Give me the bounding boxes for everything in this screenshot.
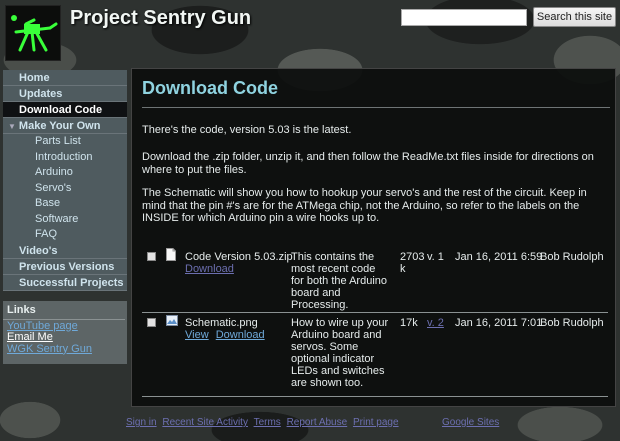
sidebar-item-home[interactable]: Home bbox=[3, 70, 127, 86]
sidebar-item-successful-projects[interactable]: Successful Projects bbox=[3, 274, 127, 291]
sentry-gun-logo-icon bbox=[11, 15, 58, 52]
sidebar-subitem-parts-list[interactable]: Parts List bbox=[3, 134, 127, 150]
sidebar-subitem-base[interactable]: Base bbox=[3, 196, 127, 212]
footer-link-sign-in[interactable]: Sign in bbox=[126, 417, 157, 428]
title-divider bbox=[142, 107, 610, 108]
file-description: How to wire up your Arduino board and se… bbox=[291, 317, 389, 389]
footer-link-google-sites[interactable]: Google Sites bbox=[442, 417, 499, 428]
sidebar-nav: Home Updates Download Code ▼ Make Your Ow… bbox=[3, 70, 127, 364]
main-content: Download Code There's the code, version … bbox=[131, 68, 616, 407]
expand-arrow-icon[interactable]: ▼ bbox=[8, 122, 16, 131]
sidebar-subitem-faq[interactable]: FAQ bbox=[3, 227, 127, 243]
file-author: Bob Rudolph bbox=[540, 317, 604, 329]
footer-link-print-page[interactable]: Print page bbox=[353, 417, 399, 428]
intro-paragraph: There's the code, version 5.03 is the la… bbox=[142, 124, 352, 136]
download-instructions: Download the .zip folder, unzip it, and … bbox=[142, 151, 594, 176]
file-checkbox[interactable] bbox=[147, 252, 156, 261]
document-icon bbox=[166, 248, 176, 261]
file-name: Schematic.png bbox=[185, 317, 258, 329]
file-size: 17k bbox=[400, 317, 418, 329]
sidebar-item-previous-versions[interactable]: Previous Versions bbox=[3, 258, 127, 275]
image-icon bbox=[166, 315, 178, 326]
file-author: Bob Rudolph bbox=[540, 251, 604, 263]
view-link[interactable]: View bbox=[185, 329, 209, 341]
table-row: Code Version 5.03.zip Download This cont… bbox=[142, 247, 608, 313]
links-heading: Links bbox=[7, 303, 36, 316]
link-wgk-sentry-gun[interactable]: WGK Sentry Gun bbox=[7, 343, 127, 356]
footer-link-terms[interactable]: Terms bbox=[254, 417, 281, 428]
file-checkbox[interactable] bbox=[147, 318, 156, 327]
site-title[interactable]: Project Sentry Gun bbox=[70, 7, 251, 30]
version-link[interactable]: v. 2 bbox=[427, 317, 444, 329]
sidebar-subitem-software[interactable]: Software bbox=[3, 211, 127, 227]
footer-links: Sign in Recent Site Activity Terms Repor… bbox=[126, 417, 402, 428]
sidebar-item-updates[interactable]: Updates bbox=[3, 86, 127, 102]
sidebar-subitem-introduction[interactable]: Introduction bbox=[3, 149, 127, 165]
sidebar-subitem-arduino[interactable]: Arduino bbox=[3, 165, 127, 181]
file-version: v. 1 bbox=[427, 251, 444, 263]
schematic-note: The Schematic will show you how to hooku… bbox=[142, 187, 587, 224]
page-title: Download Code bbox=[142, 78, 278, 98]
link-email-me[interactable]: Email Me bbox=[7, 331, 127, 344]
download-link[interactable]: Download bbox=[185, 263, 234, 275]
file-actions: Download bbox=[185, 263, 238, 275]
table-row: Schematic.png View Download How to wire … bbox=[142, 313, 608, 397]
sidebar-subitem-servos[interactable]: Servo's bbox=[3, 180, 127, 196]
search-input[interactable] bbox=[401, 9, 527, 26]
site-logo[interactable] bbox=[5, 5, 61, 61]
file-date: Jan 16, 2011 6:59 bbox=[455, 251, 543, 263]
file-date: Jan 16, 2011 7:01 bbox=[455, 317, 543, 329]
file-version[interactable]: v. 2 bbox=[427, 317, 444, 329]
sidebar-item-label: Make Your Own bbox=[18, 120, 101, 132]
file-table: Code Version 5.03.zip Download This cont… bbox=[142, 247, 608, 397]
file-actions: View Download bbox=[185, 329, 269, 341]
file-name: Code Version 5.03.zip bbox=[185, 251, 293, 263]
links-box: Links YouTube page Email Me WGK Sentry G… bbox=[3, 300, 127, 364]
sidebar-item-make-your-own[interactable]: ▼ Make Your Own bbox=[3, 118, 127, 134]
footer-link-report-abuse[interactable]: Report Abuse bbox=[287, 417, 348, 428]
download-link[interactable]: Download bbox=[216, 329, 265, 341]
sidebar-item-download-code[interactable]: Download Code bbox=[3, 102, 127, 118]
file-size: 2703 k bbox=[400, 251, 425, 275]
sidebar-item-videos[interactable]: Video's bbox=[3, 242, 127, 259]
file-description: This contains the most recent code for b… bbox=[291, 251, 388, 311]
search-button[interactable]: Search this site bbox=[533, 7, 616, 27]
footer-link-recent-activity[interactable]: Recent Site Activity bbox=[162, 417, 248, 428]
